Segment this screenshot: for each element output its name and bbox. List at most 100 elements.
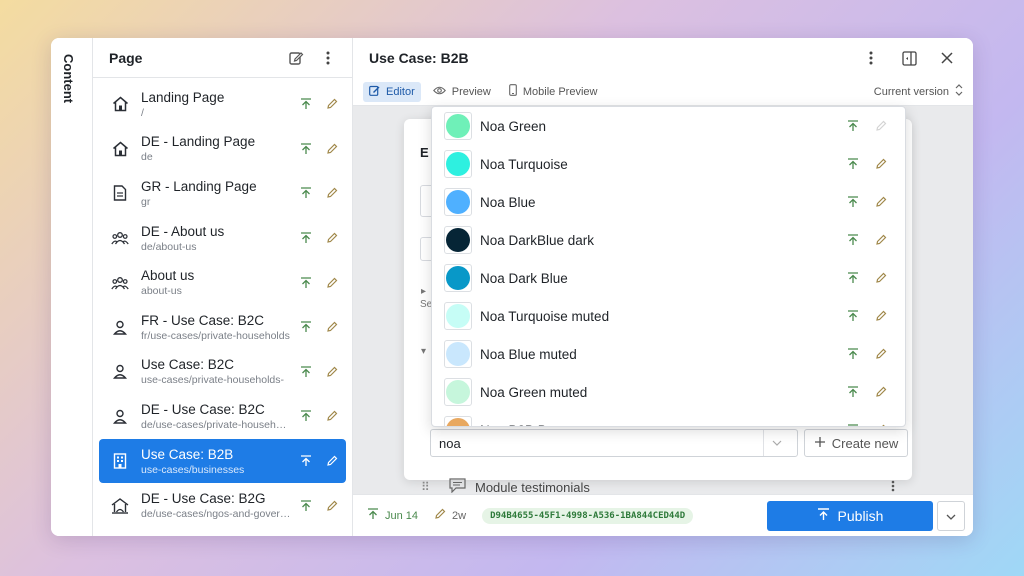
page-item-path: de/use-cases/ngos-and-gover… xyxy=(141,508,291,521)
page-item-path: gr xyxy=(141,195,151,208)
edit-pencil-icon[interactable] xyxy=(324,96,340,112)
edit-pencil-icon[interactable] xyxy=(324,230,340,246)
color-option[interactable]: Noa Blue muted xyxy=(432,335,905,373)
edit-pencil-icon[interactable] xyxy=(873,194,889,210)
edit-pencil-icon[interactable] xyxy=(324,364,340,380)
published-icon[interactable] xyxy=(298,230,314,246)
page-list-item[interactable]: Landing Page / xyxy=(99,82,346,127)
edit-pencil-icon[interactable] xyxy=(324,185,340,201)
published-icon[interactable] xyxy=(845,232,861,248)
published-icon[interactable] xyxy=(845,118,861,134)
edit-pencil-icon[interactable] xyxy=(873,156,889,172)
home-icon xyxy=(109,93,131,115)
create-new-label: Create new xyxy=(831,435,899,451)
published-icon[interactable] xyxy=(298,185,314,201)
published-icon[interactable] xyxy=(298,319,314,335)
published-icon[interactable] xyxy=(845,346,861,362)
edit-pencil-icon[interactable] xyxy=(873,308,889,324)
color-option[interactable]: Noa DarkBlue dark xyxy=(432,221,905,259)
edit-pencil-icon[interactable] xyxy=(324,275,340,291)
edit-pencil-icon[interactable] xyxy=(324,453,340,469)
tab-editor[interactable]: Editor xyxy=(363,81,421,102)
published-icon[interactable] xyxy=(298,408,314,424)
close-icon[interactable] xyxy=(935,46,959,70)
page-list: Landing Page / DE - Landing Page de GR - Lan… xyxy=(93,78,352,532)
edit-pencil-icon[interactable] xyxy=(873,232,889,248)
published-icon[interactable] xyxy=(298,364,314,380)
chevron-down-icon[interactable] xyxy=(763,430,789,456)
publish-arrow-icon xyxy=(817,507,830,524)
reference-search[interactable] xyxy=(430,429,798,457)
rail-label-content[interactable]: Content xyxy=(61,54,76,103)
edit-pencil-icon[interactable] xyxy=(873,384,889,400)
option-actions xyxy=(845,384,889,400)
published-icon[interactable] xyxy=(298,141,314,157)
edit-pencil-icon[interactable] xyxy=(324,319,340,335)
published-status[interactable]: Jun 14 xyxy=(367,508,418,523)
edited-status[interactable]: 2w xyxy=(434,508,466,523)
page-list-item[interactable]: GR - Landing Page gr xyxy=(99,171,346,216)
published-icon[interactable] xyxy=(845,308,861,324)
drag-handle-icon[interactable]: ⠿ xyxy=(421,480,449,494)
edit-pencil-icon[interactable] xyxy=(324,408,340,424)
color-option[interactable]: Noa B2B B… xyxy=(432,411,905,426)
publish-button[interactable]: Publish xyxy=(767,500,933,531)
publish-options-button[interactable] xyxy=(937,500,965,531)
collapse-arrow[interactable]: ▸ xyxy=(421,286,426,297)
building-icon xyxy=(109,450,131,472)
page-list-item[interactable]: Use Case: B2B use-cases/businesses xyxy=(99,438,346,484)
document-footer: Jun 14 2w D94B4655-45F1-4998-A536-1BA844… xyxy=(353,494,973,536)
color-option[interactable]: Noa Green muted xyxy=(432,373,905,411)
published-icon[interactable] xyxy=(845,422,861,426)
page-list-item[interactable]: Use Case: B2C use-cases/private-household… xyxy=(99,350,346,395)
page-item-path: de/use-cases/private-househol… xyxy=(141,418,292,431)
published-icon[interactable] xyxy=(298,275,314,291)
page-item-title: GR - Landing Page xyxy=(141,178,257,194)
color-option[interactable]: Noa Turquoise muted xyxy=(432,297,905,335)
published-icon[interactable] xyxy=(845,156,861,172)
document-id-badge[interactable]: D94B4655-45F1-4998-A536-1BA844CED44D xyxy=(482,507,694,524)
tab-mobile-preview[interactable]: Mobile Preview xyxy=(503,81,604,102)
color-option-label: Noa Turquoise xyxy=(480,156,568,172)
page-list-item[interactable]: DE - About us de/about-us xyxy=(99,216,346,261)
module-testimonials-row[interactable]: ⠿ Module testimonials xyxy=(421,476,905,494)
page-list-item[interactable]: FR - Use Case: B2C fr/use-cases/private-h… xyxy=(99,305,346,350)
split-pane-icon[interactable] xyxy=(897,46,921,70)
page-item-title: DE - Use Case: B2C xyxy=(141,401,265,417)
more-vertical-icon[interactable] xyxy=(859,46,883,70)
more-vertical-icon[interactable] xyxy=(316,46,340,70)
edit-pencil-icon[interactable] xyxy=(873,422,889,426)
page-item-actions xyxy=(298,319,340,335)
edit-pencil-icon[interactable] xyxy=(324,498,340,514)
color-option[interactable]: Noa Turquoise xyxy=(432,145,905,183)
page-list-item[interactable]: DE - Landing Page de xyxy=(99,127,346,172)
more-vertical-icon[interactable] xyxy=(891,480,895,495)
page-list-item[interactable]: About us about-us xyxy=(99,260,346,305)
page-list-item[interactable]: DE - Use Case: B2G de/use-cases/ngos-and-… xyxy=(99,483,346,528)
page-list-item[interactable]: DE - Use Case: B2C de/use-cases/private-h… xyxy=(99,394,346,439)
page-panel: Page Landing Page / DE - Landing Page de GR … xyxy=(93,38,353,536)
published-icon[interactable] xyxy=(845,270,861,286)
edit-pencil-icon[interactable] xyxy=(873,346,889,362)
published-icon[interactable] xyxy=(845,194,861,210)
create-new-button[interactable]: Create new xyxy=(804,429,908,457)
compose-icon[interactable] xyxy=(284,46,308,70)
edit-pencil-icon[interactable] xyxy=(873,270,889,286)
edit-pencil-icon[interactable] xyxy=(873,118,889,134)
published-icon[interactable] xyxy=(845,384,861,400)
published-icon[interactable] xyxy=(298,453,314,469)
color-option[interactable]: Noa Blue xyxy=(432,183,905,221)
page-item-text: GR - Landing Page gr xyxy=(141,179,292,208)
edit-icon xyxy=(369,85,380,99)
color-option[interactable]: Noa Dark Blue xyxy=(432,259,905,297)
option-actions xyxy=(845,346,889,362)
version-selector[interactable]: Current version xyxy=(874,84,963,99)
search-input[interactable] xyxy=(439,435,763,451)
color-swatch xyxy=(444,378,472,406)
published-icon[interactable] xyxy=(298,498,314,514)
tab-preview[interactable]: Preview xyxy=(427,83,497,101)
color-option[interactable]: Noa Green xyxy=(432,107,905,145)
published-icon[interactable] xyxy=(298,96,314,112)
collapse-arrow-open[interactable]: ▾ xyxy=(421,346,426,357)
edit-pencil-icon[interactable] xyxy=(324,141,340,157)
